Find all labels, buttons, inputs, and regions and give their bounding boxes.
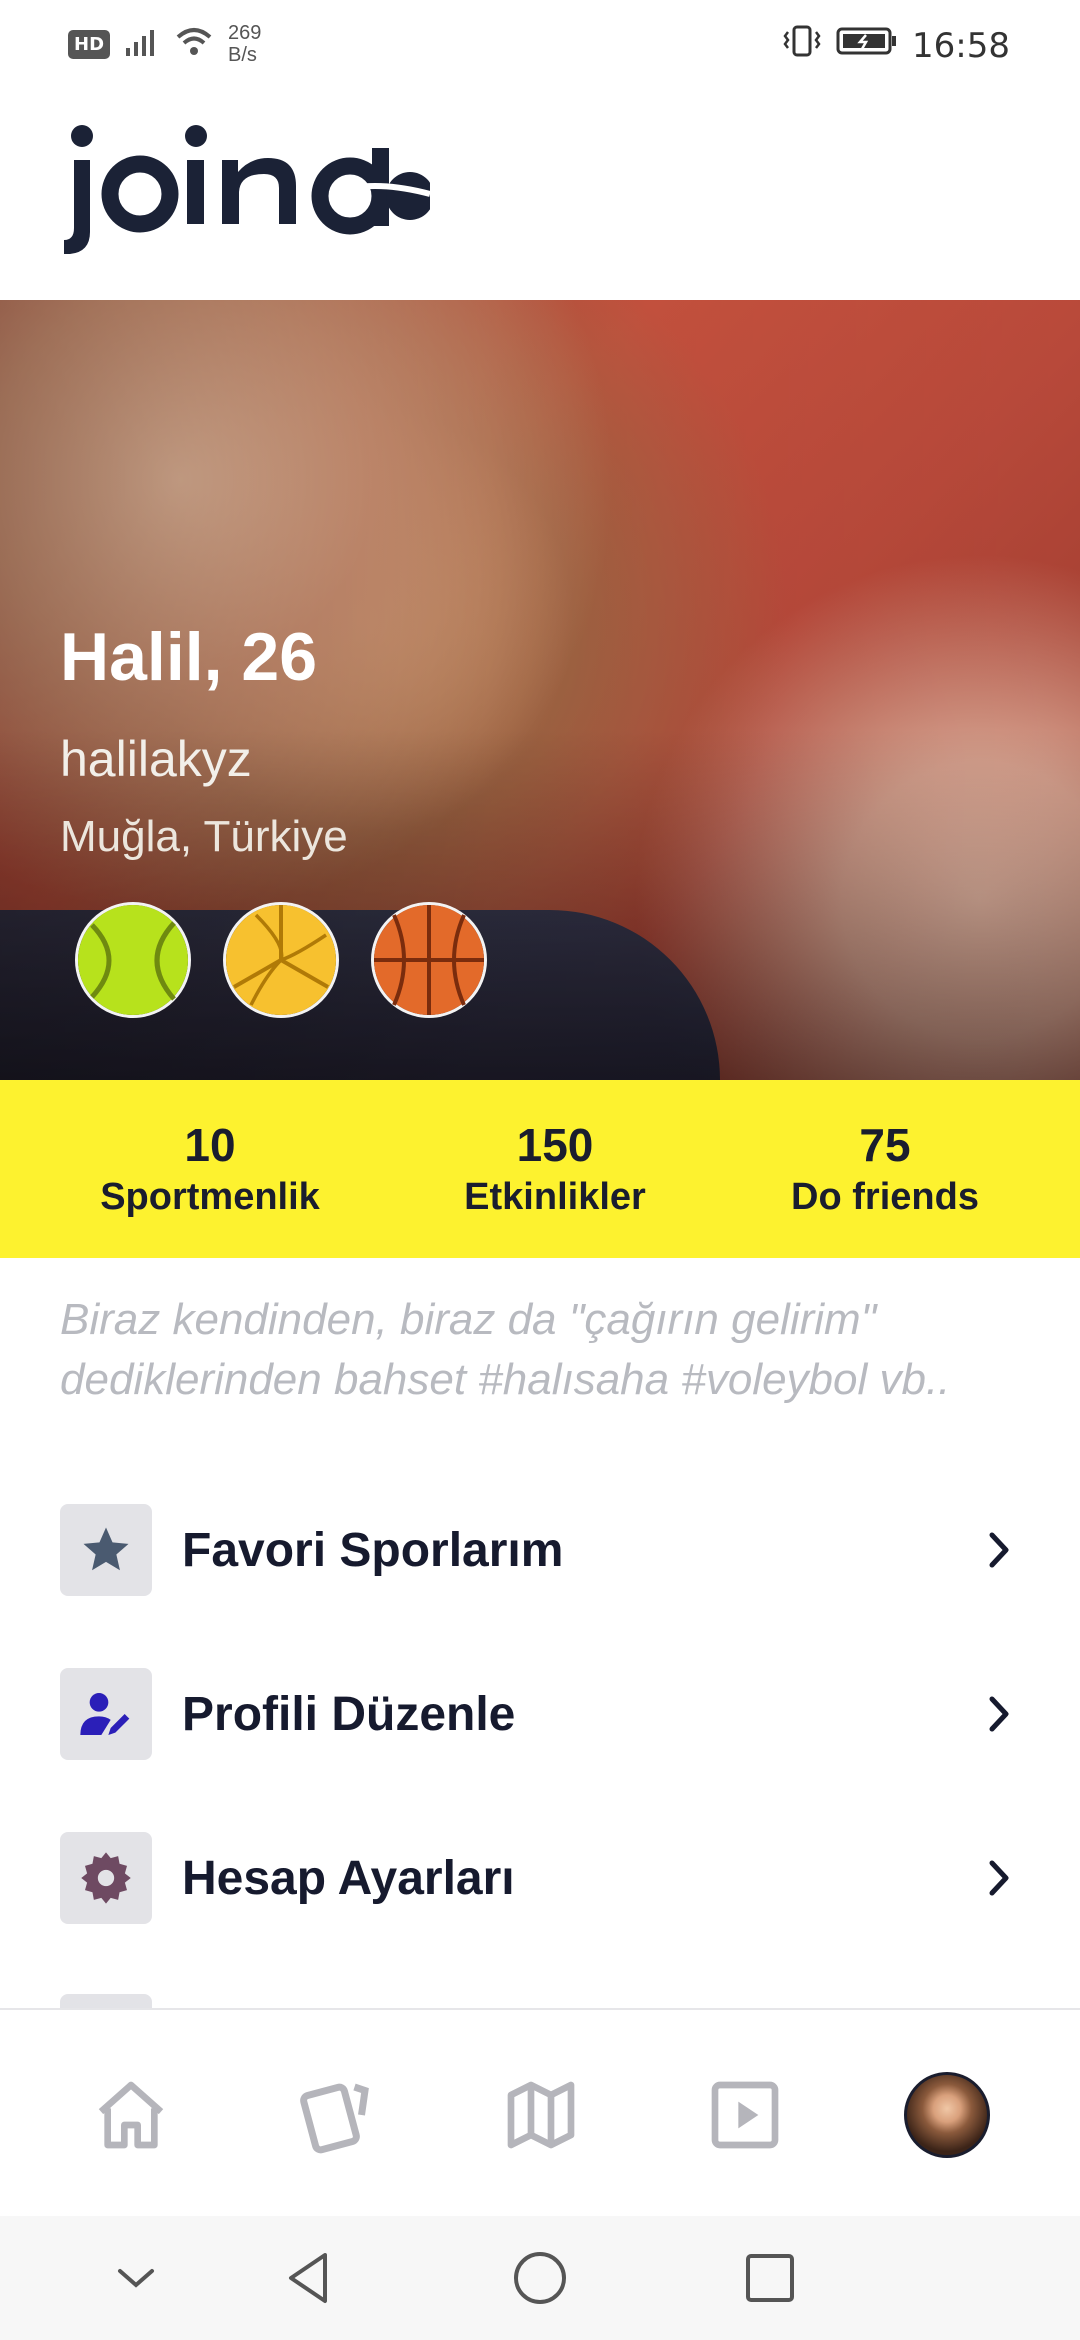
profile-hero-photo: Halil, 26 halilakyz Muğla, Türkiye [0,300,1080,1080]
chevron-right-icon [980,1694,1020,1734]
recents-square-icon[interactable] [738,2246,802,2310]
network-speed: 269 B/s [228,22,261,66]
network-speed-unit: B/s [228,44,257,66]
profile-stats: 10 Sportmenlik 150 Etkinlikler 75 Do fri… [0,1080,1080,1258]
join-do-logo[interactable] [60,120,434,265]
back-icon[interactable] [276,2246,340,2310]
bottom-navigation [0,2008,1080,2218]
stat-do-friends[interactable]: 75 Do friends [760,1118,1010,1222]
home-icon[interactable] [86,2070,176,2160]
stat-sportmenlik[interactable]: 10 Sportmenlik [80,1118,340,1222]
profile-username: halilakyz [60,731,252,787]
star-icon [60,1504,152,1596]
battery-icon [836,25,898,66]
edit-user-icon [60,1668,152,1760]
vibrate-icon [782,24,822,67]
network-speed-value: 269 [228,22,262,44]
stat-value: 150 [516,1119,594,1171]
bio-input[interactable]: Biraz kendinden, biraz da "çağırın gelir… [60,1290,1020,1410]
stat-etkinlikler[interactable]: 150 Etkinlikler [420,1118,690,1222]
volleyball-icon[interactable] [223,902,339,1018]
chevron-right-icon [980,1530,1020,1570]
gear-icon [60,1832,152,1924]
collapse-chevron-icon[interactable] [104,2246,168,2310]
tennis-ball-icon[interactable] [75,902,191,1018]
home-circle-icon[interactable] [508,2246,572,2310]
stat-label: Sportmenlik [100,1176,320,1218]
play-icon[interactable] [700,2070,790,2160]
cards-icon[interactable] [292,2070,382,2160]
chevron-right-icon [980,1858,1020,1898]
profile-avatar[interactable] [902,2070,992,2160]
hd-badge: HD [68,29,111,59]
menu-favorite-sports[interactable]: Favori Sporlarım [60,1504,1020,1596]
menu-edit-profile[interactable]: Profili Düzenle [60,1668,1020,1760]
wifi-icon [174,27,214,62]
menu-account-settings[interactable]: Hesap Ayarları [60,1832,1020,1924]
menu-label: Favori Sporlarım [182,1523,564,1577]
system-navigation-bar [0,2216,1080,2340]
clock: 16:58 [912,25,1010,66]
stat-label: Do friends [791,1176,979,1218]
basketball-icon[interactable] [371,902,487,1018]
status-bar: HD 269 B/s 16:58 [0,0,1080,90]
favorite-sports-badges [75,902,487,1018]
avatar [904,2072,990,2158]
app-header [0,90,1080,300]
stat-label: Etkinlikler [464,1176,646,1218]
map-icon[interactable] [496,2070,586,2160]
profile-location: Muğla, Türkiye [60,812,348,861]
stat-value: 10 [184,1119,236,1171]
profile-name-age: Halil, 26 [60,619,318,695]
stat-value: 75 [859,1119,911,1171]
menu-label: Profili Düzenle [182,1687,516,1741]
signal-icon [124,28,160,61]
menu-label: Hesap Ayarları [182,1851,515,1905]
